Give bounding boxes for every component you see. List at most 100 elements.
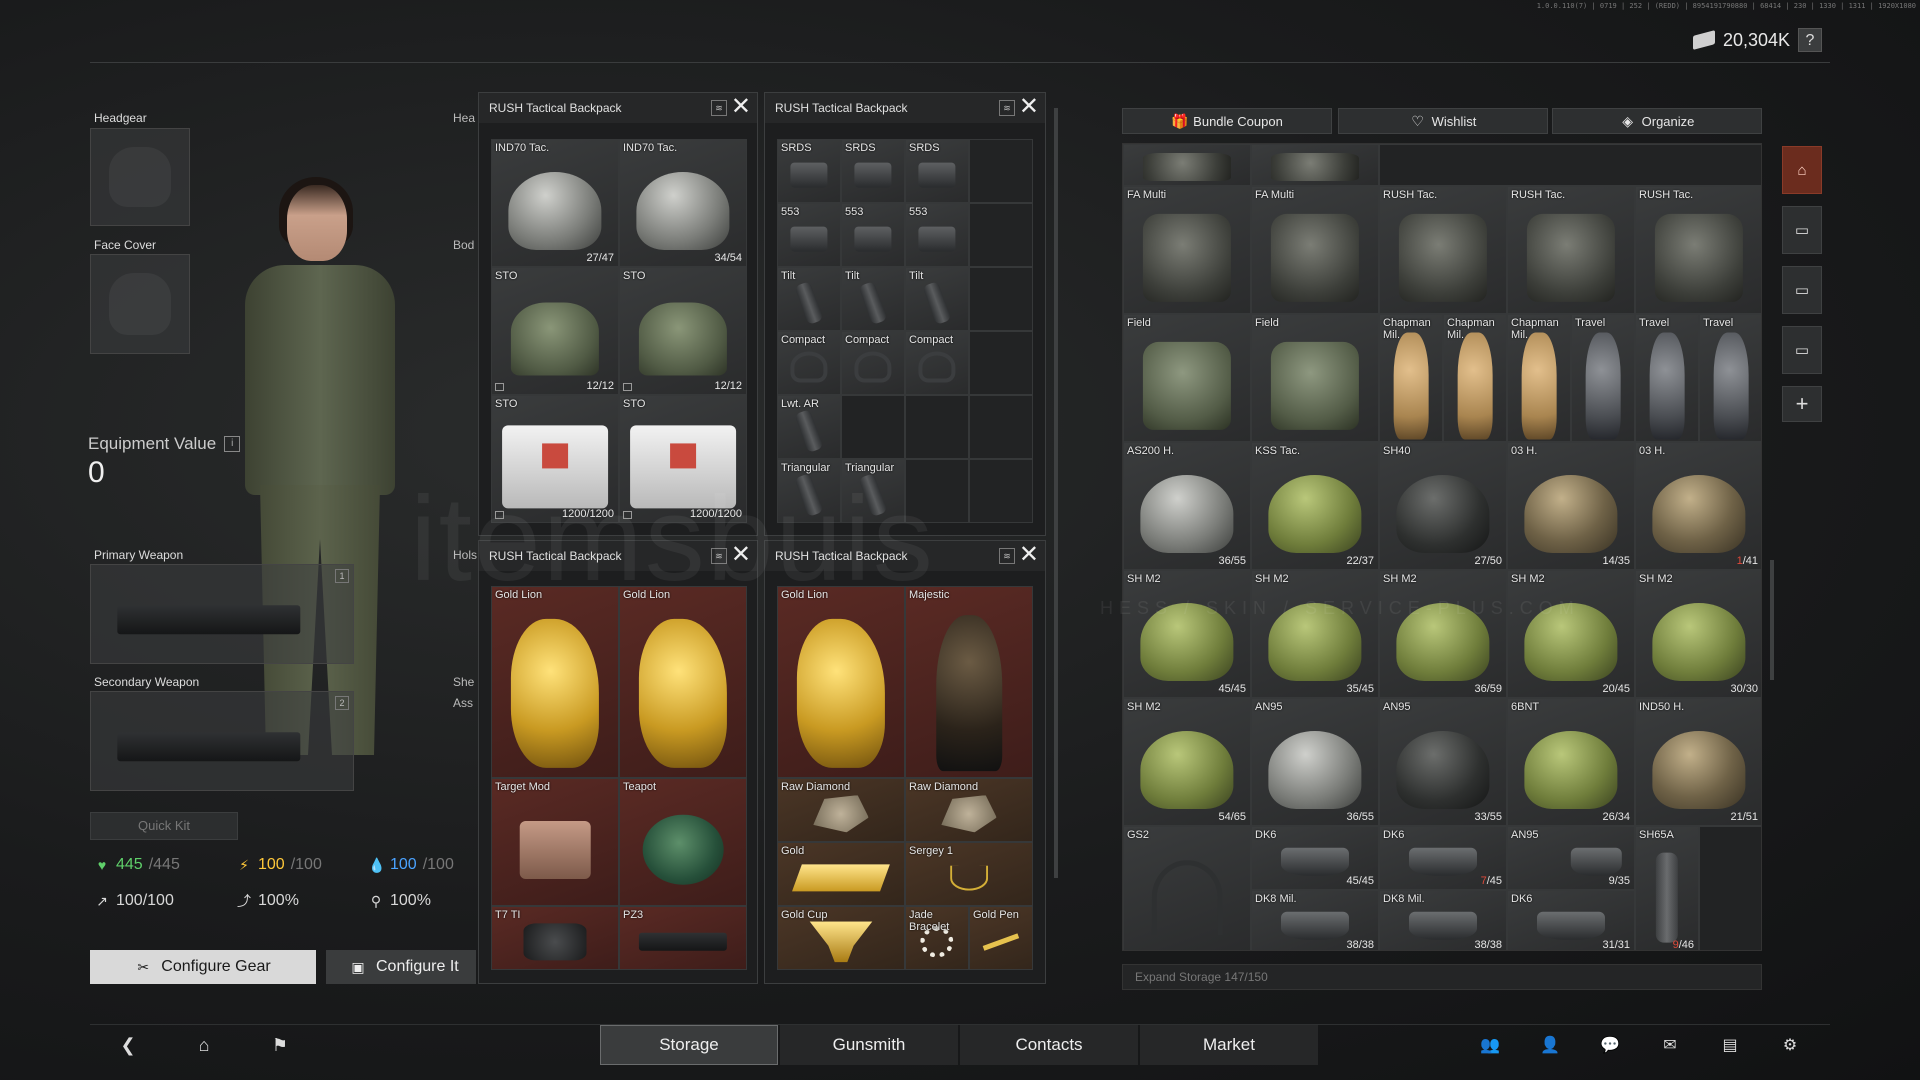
inventory-item[interactable]: IND70 Tac. 27/47: [491, 139, 619, 267]
inventory-item[interactable]: DK6 31/31: [1507, 890, 1635, 950]
inventory-item[interactable]: Triangular: [841, 459, 905, 523]
gear-icon[interactable]: ⚙: [1760, 1025, 1820, 1065]
containers-scrollbar[interactable]: [1054, 108, 1058, 878]
close-icon[interactable]: ✕: [731, 95, 751, 119]
container-window-4[interactable]: RUSH Tactical Backpack ≋ ✕ Gold Lion Maj…: [764, 540, 1046, 984]
inventory-item[interactable]: Chapman Mil.: [1443, 314, 1507, 442]
inventory-item[interactable]: DK6 45/45: [1251, 826, 1379, 890]
empty-cell[interactable]: [905, 395, 969, 459]
inventory-item[interactable]: GS2: [1123, 826, 1251, 950]
inventory-item[interactable]: T7 TI: [491, 906, 619, 970]
inventory-item[interactable]: STO 1200/1200: [491, 395, 619, 523]
empty-cell[interactable]: [969, 139, 1033, 203]
inventory-item[interactable]: 03 H. 1/41: [1635, 442, 1761, 570]
inventory-item[interactable]: SRDS: [777, 139, 841, 203]
inventory-item[interactable]: Triangular: [777, 459, 841, 523]
inventory-item[interactable]: Gold Cup: [777, 906, 905, 970]
inventory-item[interactable]: IND70 Tac. 34/54: [619, 139, 747, 267]
inventory-item[interactable]: Field: [1123, 314, 1251, 442]
inventory-item[interactable]: SH M2 54/65: [1123, 698, 1251, 826]
profile-icon[interactable]: 👤: [1520, 1025, 1580, 1065]
window-title-bar[interactable]: RUSH Tactical Backpack ≋ ✕: [765, 541, 1045, 571]
inventory-item[interactable]: Chapman Mil.: [1379, 314, 1443, 442]
inventory-item[interactable]: AS200 H. 36/55: [1123, 442, 1251, 570]
inventory-item[interactable]: Lwt. AR: [777, 395, 841, 459]
secondary-weapon-slot[interactable]: 2: [90, 691, 354, 791]
tab-gunsmith[interactable]: Gunsmith: [780, 1025, 958, 1065]
inventory-item[interactable]: Gold Lion: [619, 586, 747, 778]
empty-cell[interactable]: [969, 331, 1033, 395]
empty-cell[interactable]: [1379, 144, 1761, 186]
empty-cell[interactable]: [841, 395, 905, 459]
inventory-item[interactable]: Tilt: [841, 267, 905, 331]
inventory-item[interactable]: STO 12/12: [619, 267, 747, 395]
empty-cell[interactable]: [1699, 826, 1761, 950]
close-icon[interactable]: ✕: [731, 543, 751, 567]
stash-scrollbar[interactable]: [1770, 560, 1774, 680]
inventory-item[interactable]: 553: [777, 203, 841, 267]
mail-icon[interactable]: ✉: [1640, 1025, 1700, 1065]
inventory-item[interactable]: DK8 Mil. 38/38: [1379, 890, 1507, 950]
inventory-item[interactable]: [1251, 144, 1379, 186]
container-window-2[interactable]: RUSH Tactical Backpack ≋ ✕ SRDS SRDS SRD…: [764, 92, 1046, 536]
stash-grid[interactable]: FA Multi FA Multi RUSH Tac. RUSH Tac. RU…: [1122, 143, 1762, 951]
inventory-item[interactable]: IND50 H. 21/51: [1635, 698, 1761, 826]
inventory-item[interactable]: SH40 27/50: [1379, 442, 1507, 570]
tab-market[interactable]: Market: [1140, 1025, 1318, 1065]
organize-button[interactable]: ◈ Organize: [1552, 108, 1762, 134]
close-icon[interactable]: ✕: [1019, 95, 1039, 119]
inventory-item[interactable]: Compact: [905, 331, 969, 395]
inventory-item[interactable]: 6BNT 26/34: [1507, 698, 1635, 826]
inventory-item[interactable]: Compact: [841, 331, 905, 395]
house-icon[interactable]: ⌂: [1782, 146, 1822, 194]
inventory-item[interactable]: RUSH Tac.: [1635, 186, 1761, 314]
inventory-item[interactable]: SH65A 9/46: [1635, 826, 1699, 950]
inventory-item[interactable]: Travel: [1699, 314, 1761, 442]
info-icon[interactable]: i: [224, 436, 241, 452]
inventory-item[interactable]: 553: [905, 203, 969, 267]
inventory-item[interactable]: Chapman Mil.: [1507, 314, 1571, 442]
box-icon[interactable]: ▭: [1782, 206, 1822, 254]
layers-icon[interactable]: ≋: [999, 100, 1015, 116]
bundle-coupon-button[interactable]: 🎁 Bundle Coupon: [1122, 108, 1332, 134]
layers-icon[interactable]: ≋: [711, 100, 727, 116]
empty-cell[interactable]: [969, 203, 1033, 267]
box-icon[interactable]: ▭: [1782, 326, 1822, 374]
flag-icon[interactable]: ⚑: [242, 1026, 318, 1066]
box-icon[interactable]: ▭: [1782, 266, 1822, 314]
window-title-bar[interactable]: RUSH Tactical Backpack ≋ ✕: [765, 93, 1045, 123]
inventory-item[interactable]: Target Mod: [491, 778, 619, 906]
configure-gear-button[interactable]: ✂ Configure Gear: [90, 950, 316, 984]
inventory-item[interactable]: Sergey 1: [905, 842, 1033, 906]
inventory-item[interactable]: KSS Tac. 22/37: [1251, 442, 1379, 570]
home-icon[interactable]: ⌂: [166, 1026, 242, 1066]
inventory-item[interactable]: RUSH Tac.: [1507, 186, 1635, 314]
tab-storage[interactable]: Storage: [600, 1025, 778, 1065]
inventory-item[interactable]: Teapot: [619, 778, 747, 906]
inventory-item[interactable]: AN95 36/55: [1251, 698, 1379, 826]
inventory-item[interactable]: 553: [841, 203, 905, 267]
inventory-item[interactable]: SH M2 20/45: [1507, 570, 1635, 698]
inventory-item[interactable]: Raw Diamond: [905, 778, 1033, 842]
inventory-item[interactable]: Compact: [777, 331, 841, 395]
inventory-item[interactable]: SRDS: [905, 139, 969, 203]
inventory-item[interactable]: FA Multi: [1251, 186, 1379, 314]
inventory-item[interactable]: Jade Bracelet: [905, 906, 969, 970]
inventory-item[interactable]: Gold: [777, 842, 905, 906]
inventory-item[interactable]: 03 H. 14/35: [1507, 442, 1635, 570]
empty-cell[interactable]: [969, 267, 1033, 331]
primary-weapon-slot[interactable]: 1: [90, 564, 354, 664]
inventory-item[interactable]: RUSH Tac.: [1379, 186, 1507, 314]
container-window-3[interactable]: RUSH Tactical Backpack ≋ ✕ Gold Lion Gol…: [478, 540, 758, 984]
wishlist-button[interactable]: ♡ Wishlist: [1338, 108, 1548, 134]
inventory-item[interactable]: Travel: [1635, 314, 1699, 442]
empty-cell[interactable]: [905, 459, 969, 523]
inventory-item[interactable]: AN95 9/35: [1507, 826, 1635, 890]
inventory-item[interactable]: Gold Pen: [969, 906, 1033, 970]
inventory-item[interactable]: Majestic: [905, 586, 1033, 778]
window-title-bar[interactable]: RUSH Tactical Backpack ≋ ✕: [479, 93, 757, 123]
quick-kit-button[interactable]: Quick Kit: [90, 812, 238, 840]
inventory-item[interactable]: DK8 Mil. 38/38: [1251, 890, 1379, 950]
layers-icon[interactable]: ≋: [999, 548, 1015, 564]
expand-storage-bar[interactable]: Expand Storage 147/150: [1122, 964, 1762, 990]
